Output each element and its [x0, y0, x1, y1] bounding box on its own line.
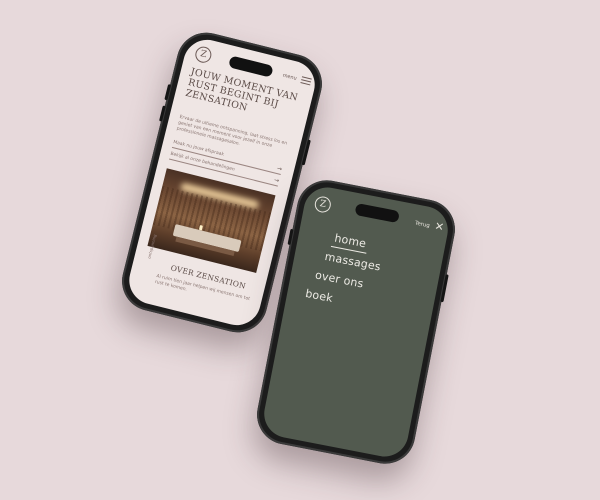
close-icon[interactable]: ✕: [434, 219, 446, 234]
zensation-logo[interactable]: Z: [193, 44, 214, 65]
nav-item-boek[interactable]: boek: [304, 287, 334, 305]
back-link[interactable]: Terug: [414, 220, 430, 229]
dynamic-island: [228, 55, 274, 78]
arrow-right-icon: →: [276, 164, 283, 174]
nav-item-massages[interactable]: massages: [324, 250, 382, 274]
power-button: [301, 139, 311, 166]
dynamic-island: [354, 202, 400, 224]
arrow-right-icon: →: [273, 176, 280, 185]
volume-button: [164, 84, 172, 101]
power-button: [440, 274, 449, 303]
nav-item-home[interactable]: home: [333, 232, 367, 251]
phone-screen-menu: Z Terug ✕ home massages over ons boek: [260, 183, 452, 461]
menu-label[interactable]: menu: [282, 73, 297, 82]
volume-button: [159, 105, 166, 122]
hamburger-icon[interactable]: [300, 76, 312, 86]
zensation-logo[interactable]: Z: [313, 195, 333, 214]
nav-item-over-ons[interactable]: over ons: [314, 268, 365, 290]
volume-button: [287, 228, 294, 246]
massage-room-photo: [147, 168, 276, 273]
